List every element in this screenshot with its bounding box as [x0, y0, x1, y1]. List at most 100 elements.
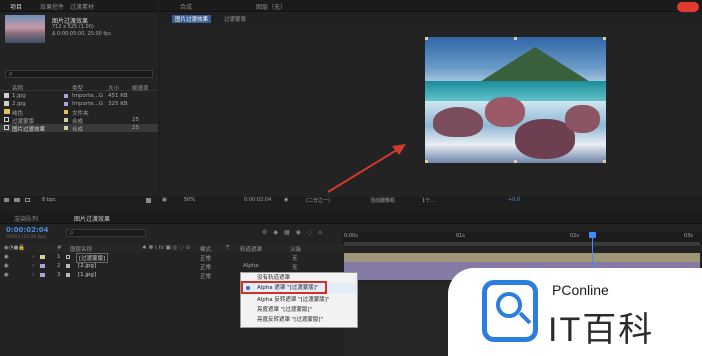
handle[interactable]: [514, 160, 517, 163]
comp-info-size: 712 x 525 (1.00): [52, 24, 94, 30]
layer-parent[interactable]: 无: [292, 263, 298, 271]
new-comp-icon[interactable]: [25, 198, 30, 202]
handle[interactable]: [425, 160, 428, 163]
resolution-select[interactable]: (二分之一): [306, 197, 330, 204]
visibility-icon[interactable]: ◉: [4, 263, 9, 269]
comp-icon: [66, 255, 70, 259]
bit-depth[interactable]: 8 bpc: [42, 197, 56, 203]
camera-icon[interactable]: ◉: [284, 197, 288, 203]
search-icon: ρ: [70, 230, 74, 236]
handle[interactable]: [514, 37, 517, 40]
views-select[interactable]: 1个...: [422, 197, 435, 204]
layer-mode[interactable]: 正常: [200, 272, 211, 280]
menu-item-luma-inverted[interactable]: 亮度反转遮罩 "[过渡蒙版]": [241, 315, 357, 325]
annotation-arrow: [327, 144, 406, 193]
project-item[interactable]: 1.jpg Importe...G 451 KB: [0, 92, 158, 100]
menu-item-alpha-inverted[interactable]: Alpha 反转遮罩 "[过渡蒙版]": [241, 295, 357, 305]
tab-render-queue[interactable]: 渲染队列: [14, 214, 38, 223]
layer-name[interactable]: [2.jpg]: [78, 263, 96, 269]
timeline-tabbar: 渲染队列 图片过渡效果: [0, 212, 702, 224]
comp-preview-image[interactable]: [425, 37, 606, 163]
project-search-input[interactable]: ρ: [5, 70, 153, 78]
watermark-brand: PConline: [552, 282, 609, 298]
project-panel: 项目 效果控件 过渡素材 图片过渡效果 712 x 525 (1.00) Δ 0…: [0, 0, 158, 204]
comp-info-duration: Δ 0:00:05:00, 25.00 fps: [52, 31, 111, 37]
timecode-display[interactable]: 0:00:02:04: [244, 197, 271, 203]
highlight-box: [241, 281, 327, 294]
item-name: 图片过渡效果: [12, 127, 46, 133]
label-swatch[interactable]: [40, 273, 45, 277]
visibility-icon[interactable]: ◉: [4, 254, 9, 260]
comp-icon: [4, 117, 9, 122]
work-area-bar[interactable]: [344, 242, 700, 245]
col-size[interactable]: 大小: [108, 84, 119, 92]
col-parent[interactable]: 父级: [290, 245, 301, 253]
label-swatch: [64, 118, 68, 122]
label-swatch[interactable]: [40, 255, 45, 259]
col-layer-name[interactable]: 图层名称: [70, 245, 92, 253]
layer-parent[interactable]: 无: [292, 254, 298, 262]
item-size: 451 KB: [108, 93, 128, 99]
zoom-select[interactable]: 50%: [184, 197, 195, 203]
expand-icon[interactable]: ›: [32, 263, 34, 269]
new-folder-icon[interactable]: [14, 198, 20, 202]
playhead-handle[interactable]: [589, 232, 596, 238]
current-time[interactable]: 0:00:02:04: [6, 226, 49, 234]
tab-transition-material[interactable]: 过渡素材: [70, 2, 94, 11]
viewer-toolbar: ▣ 50% 0:00:02:04 ◉ (二分之一) 活动摄像机 1个... +0…: [160, 197, 702, 204]
layer-track-matte[interactable]: Alpha: [243, 263, 259, 269]
col-fps[interactable]: 帧速率: [132, 84, 149, 92]
expand-icon[interactable]: ›: [32, 254, 34, 260]
timeline-search-input[interactable]: ρ: [66, 229, 146, 237]
exposure-value[interactable]: +0.0: [508, 197, 520, 203]
frame-count: 00054 (25.00 fps): [6, 235, 47, 240]
project-item[interactable]: 纯色 文件夹: [0, 108, 158, 117]
item-type: Importe...G: [72, 93, 104, 99]
trash-icon[interactable]: [146, 198, 151, 203]
image-icon: [66, 273, 70, 277]
layer-number: 3: [57, 272, 61, 278]
item-name: 2.jpg: [12, 101, 26, 107]
image-icon: [4, 101, 9, 106]
tab-timeline-comp[interactable]: 图片过渡效果: [74, 214, 110, 223]
handle[interactable]: [603, 160, 606, 163]
project-item[interactable]: 图片过渡效果 合成 25: [0, 124, 158, 133]
project-item[interactable]: 2.jpg Importe...G 325 KB: [0, 100, 158, 108]
layer-row[interactable]: ◉ › 2 [2.jpg] 正常 Alpha 无: [0, 262, 342, 271]
active-camera-select[interactable]: 活动摄像机: [370, 197, 395, 204]
rock: [485, 97, 525, 127]
subtab-comp-active[interactable]: 图片过渡效果: [172, 15, 212, 23]
project-item[interactable]: 过渡蒙版 合成 25: [0, 116, 158, 125]
item-type: 合成: [72, 127, 84, 133]
label-swatch: [64, 94, 68, 98]
layer-number: 1: [57, 254, 61, 260]
col-name[interactable]: 名称: [12, 84, 23, 92]
expand-icon[interactable]: ›: [32, 272, 34, 278]
layer-row[interactable]: ◉ › 1 [过渡蒙版] 正常 无: [0, 253, 342, 263]
col-track-matte[interactable]: 轨道遮罩: [240, 245, 262, 253]
label-swatch: [64, 126, 68, 130]
image-icon: [4, 93, 9, 98]
magnify-icon[interactable]: ▣: [162, 197, 167, 203]
handle[interactable]: [603, 37, 606, 40]
project-tabbar: 项目 效果控件 过渡素材: [0, 0, 158, 12]
subtab-transition-mask[interactable]: 过渡蒙版: [224, 15, 246, 23]
interpret-footage-icon[interactable]: [4, 198, 9, 202]
menu-item-luma-matte[interactable]: 亮度遮罩 "[过渡蒙版]": [241, 305, 357, 315]
visibility-icon[interactable]: ◉: [4, 272, 9, 278]
col-mode[interactable]: 模式: [200, 245, 211, 253]
brand-logo-icon: [677, 2, 699, 12]
layer-mode[interactable]: 正常: [200, 263, 211, 271]
handle[interactable]: [425, 37, 428, 40]
label-swatch[interactable]: [40, 264, 45, 268]
layer-bar[interactable]: [344, 253, 700, 262]
tab-project[interactable]: 项目: [10, 2, 22, 11]
layer-column-header: ◉◔●🔒 # 图层名称 ♠ ✽ \ fx ▣ ◎ ◌ ⊙ 模式 T 轨道遮罩 父…: [0, 244, 342, 253]
ruler-label: 01s: [456, 233, 465, 239]
tab-effect-controls[interactable]: 效果控件: [40, 2, 64, 11]
layer-name[interactable]: [1.jpg]: [78, 272, 96, 278]
col-type[interactable]: 类型: [72, 84, 83, 92]
layer-mode[interactable]: 正常: [200, 254, 211, 262]
tab-composition[interactable]: 合成: [180, 2, 192, 11]
tab-layer[interactable]: 图层（无）: [256, 2, 286, 11]
